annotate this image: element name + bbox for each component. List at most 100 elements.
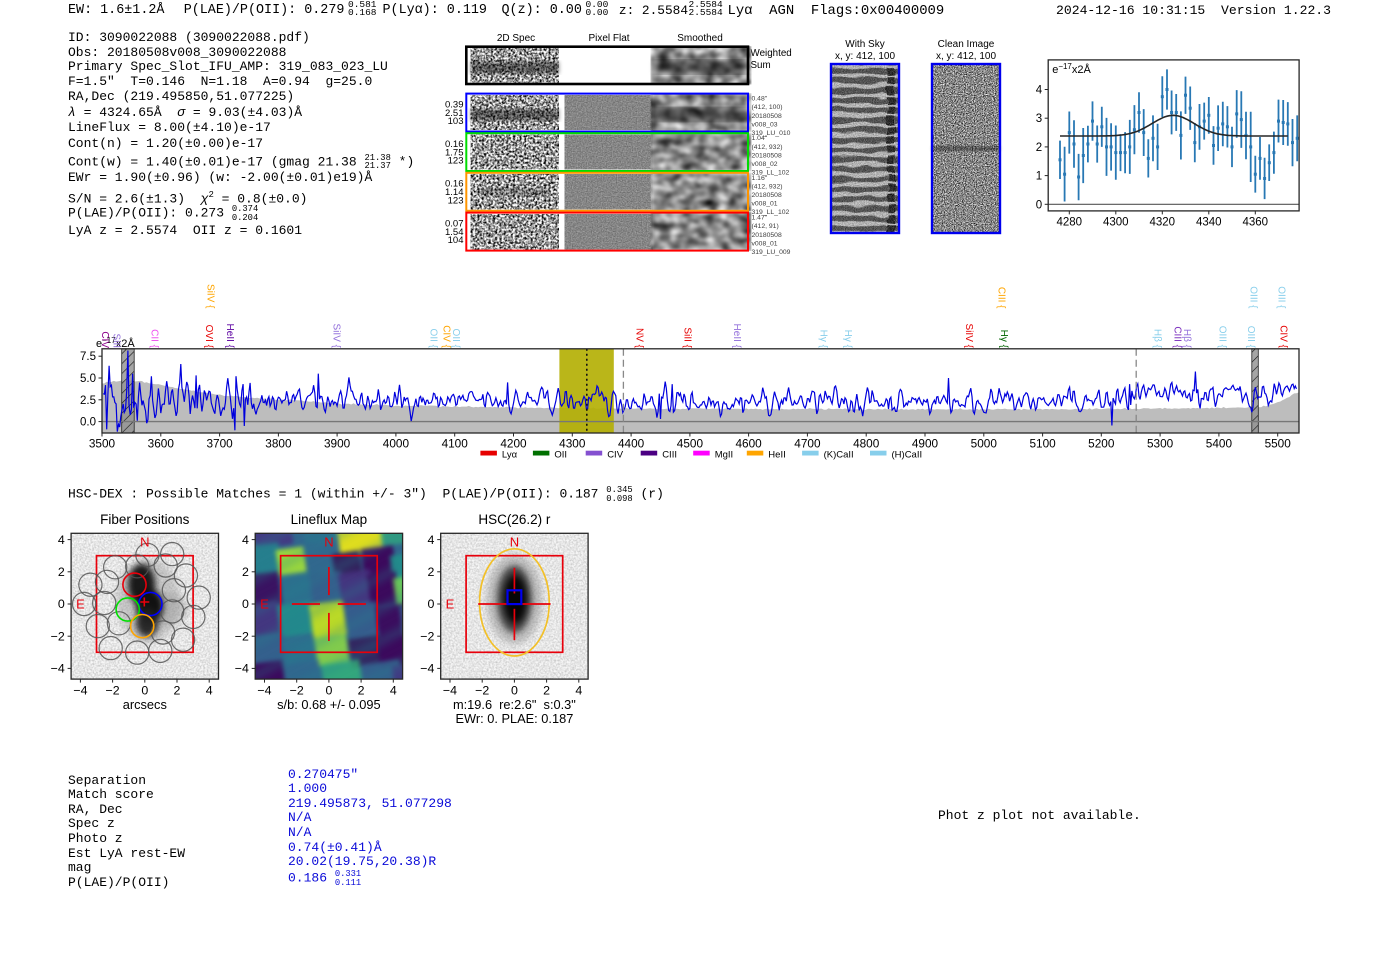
svg-text:4: 4 (206, 684, 213, 698)
svg-text:OIII {: OIII { (1247, 286, 1258, 309)
svg-text:4300: 4300 (1103, 216, 1129, 228)
svg-text:5400: 5400 (1206, 437, 1233, 451)
svg-text:2: 2 (242, 565, 249, 579)
svg-text:v008_01: v008_01 (752, 201, 778, 208)
svg-text:OII {: OII { (450, 329, 461, 349)
svg-text:−2: −2 (475, 684, 489, 698)
svg-text:(412, 91): (412, 91) (752, 223, 779, 230)
svg-text:HeII {: HeII { (224, 324, 235, 349)
svg-text:CIII {: CIII { (996, 287, 1007, 309)
svg-text:7.5: 7.5 (80, 351, 96, 363)
svg-text:N: N (510, 535, 519, 550)
svg-text:E: E (446, 597, 455, 612)
svg-text:4500: 4500 (677, 437, 704, 451)
svg-text:CIV: CIV (607, 449, 624, 460)
svg-text:Weighted: Weighted (751, 48, 792, 59)
svg-text:5300: 5300 (1147, 437, 1174, 451)
svg-text:103: 103 (448, 116, 464, 127)
svg-text:N: N (324, 535, 333, 550)
svg-text:4340: 4340 (1196, 216, 1222, 228)
svg-text:E: E (260, 597, 269, 612)
svg-text:SiIV {: SiIV { (205, 284, 216, 309)
svg-text:0: 0 (427, 597, 434, 611)
svg-text:2: 2 (58, 565, 65, 579)
svg-text:CIV {: CIV { (441, 325, 452, 348)
svg-text:OIII {: OIII { (1217, 326, 1228, 349)
svg-text:4: 4 (1036, 85, 1043, 97)
svg-text:2: 2 (427, 565, 434, 579)
svg-text:HSC(26.2) r: HSC(26.2) r (478, 512, 551, 527)
svg-text:0: 0 (58, 597, 65, 611)
svg-text:Hβ {: Hβ { (1152, 329, 1163, 349)
svg-text:2D Spec: 2D Spec (497, 33, 535, 44)
svg-text:MgII: MgII (715, 449, 733, 460)
svg-text:1.47": 1.47" (752, 215, 768, 222)
svg-text:Lineflux Map: Lineflux Map (291, 512, 368, 527)
svg-text:0: 0 (511, 684, 518, 698)
svg-text:s/b: 0.68 +/- 0.095: s/b: 0.68 +/- 0.095 (277, 697, 381, 712)
svg-text:5100: 5100 (1029, 437, 1056, 451)
svg-text:arcsecs: arcsecs (123, 697, 167, 712)
svg-text:2: 2 (543, 684, 550, 698)
svg-text:20180508: 20180508 (752, 113, 782, 120)
svg-text:−4: −4 (420, 662, 434, 676)
svg-text:x, y: 412, 100: x, y: 412, 100 (936, 51, 996, 62)
svg-text:0: 0 (242, 597, 249, 611)
svg-text:v008_03: v008_03 (752, 121, 778, 128)
svg-text:Pixel Flat: Pixel Flat (588, 33, 629, 44)
svg-text:CIV {: CIV { (1278, 325, 1289, 348)
svg-text:−4: −4 (443, 684, 457, 698)
svg-text:4800: 4800 (853, 437, 880, 451)
svg-text:Hγ {: Hγ { (818, 330, 829, 349)
svg-text:4: 4 (427, 533, 434, 547)
svg-text:(412, 100): (412, 100) (752, 104, 783, 111)
svg-text:SiIV {: SiIV { (331, 324, 342, 349)
svg-text:2: 2 (358, 684, 365, 698)
svg-text:SiII {: SiII { (682, 327, 693, 348)
svg-text:N: N (140, 535, 149, 550)
svg-text:Lyα: Lyα (502, 449, 518, 460)
svg-text:0: 0 (141, 684, 148, 698)
svg-text:4: 4 (58, 533, 65, 547)
svg-text:OVI {: OVI { (203, 325, 214, 349)
svg-text:Hγ {: Hγ { (998, 330, 1009, 349)
svg-text:−2: −2 (290, 684, 304, 698)
svg-text:123: 123 (448, 195, 464, 206)
svg-text:2: 2 (174, 684, 181, 698)
svg-text:4320: 4320 (1150, 216, 1176, 228)
svg-text:2.5: 2.5 (80, 395, 96, 407)
svg-text:E: E (76, 597, 85, 612)
svg-text:OIII {: OIII { (1245, 326, 1256, 349)
svg-text:HeII {: HeII { (731, 324, 742, 349)
svg-text:(412, 932): (412, 932) (752, 144, 783, 151)
svg-text:3: 3 (1036, 113, 1042, 125)
svg-text:3500: 3500 (89, 437, 116, 451)
svg-text:0.0: 0.0 (80, 417, 96, 429)
svg-text:−4: −4 (51, 662, 65, 676)
svg-text:HeII: HeII (768, 449, 785, 460)
svg-text:−4: −4 (257, 684, 271, 698)
svg-text:1: 1 (1036, 171, 1042, 183)
svg-text:−2: −2 (51, 629, 65, 643)
svg-text:−2: −2 (235, 629, 249, 643)
svg-text:0.48": 0.48" (752, 96, 768, 103)
svg-text:OIII {: OIII { (1276, 286, 1287, 309)
svg-text:5200: 5200 (1088, 437, 1115, 451)
svg-text:20180508: 20180508 (752, 192, 782, 199)
svg-text:Smoothed: Smoothed (677, 33, 723, 44)
svg-text:4280: 4280 (1057, 216, 1083, 228)
svg-text:20180508: 20180508 (752, 232, 782, 239)
svg-text:20180508: 20180508 (752, 152, 782, 159)
svg-text:Fiber Positions: Fiber Positions (100, 512, 190, 527)
svg-text:v008_01: v008_01 (752, 240, 778, 247)
svg-text:4: 4 (575, 684, 582, 698)
svg-text:5.0: 5.0 (80, 373, 96, 385)
svg-text:4: 4 (390, 684, 397, 698)
svg-text:123: 123 (448, 156, 464, 167)
svg-text:Hγ {: Hγ { (842, 330, 853, 349)
svg-text:CIII {: CIII { (1172, 326, 1183, 348)
svg-text:Sum: Sum (751, 60, 771, 71)
svg-text:4100: 4100 (442, 437, 469, 451)
svg-text:−2: −2 (106, 684, 120, 698)
svg-text:319_LU_009: 319_LU_009 (752, 249, 791, 256)
